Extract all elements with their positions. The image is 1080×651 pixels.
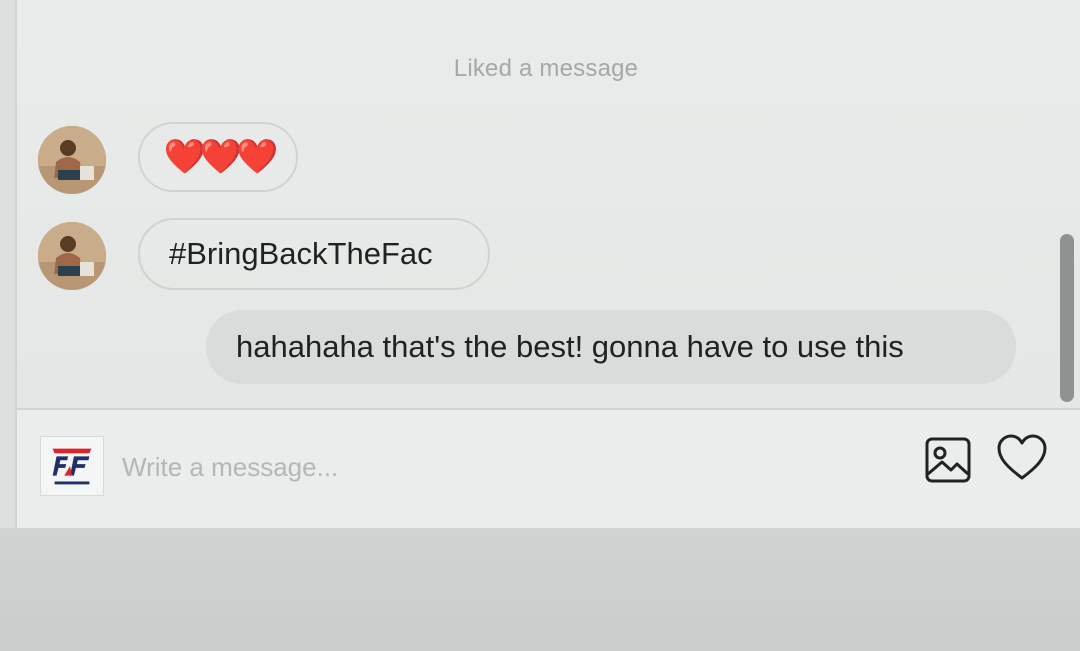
sender-avatar[interactable] xyxy=(38,126,106,194)
faze-clan-logo-icon xyxy=(41,437,103,495)
like-button[interactable] xyxy=(996,432,1048,484)
message-text: #BringBackTheFac xyxy=(169,236,433,271)
message-bubble-sent[interactable]: hahahaha that's the best! gonna have to … xyxy=(206,310,1016,384)
send-image-button[interactable] xyxy=(922,434,974,486)
image-icon xyxy=(925,437,971,483)
window-footer xyxy=(0,528,1080,651)
sender-avatar[interactable] xyxy=(38,222,106,290)
account-avatar[interactable] xyxy=(40,436,104,496)
message-text: hahahaha that's the best! gonna have to … xyxy=(236,329,904,364)
direct-message-window: Liked a message ❤️❤️❤️ #BringBackTheFac … xyxy=(0,0,1080,651)
user-avatar-photo-icon xyxy=(38,222,106,290)
message-bubble-received[interactable]: ❤️❤️❤️ xyxy=(138,122,298,192)
window-edge xyxy=(0,0,15,545)
user-avatar-photo-icon xyxy=(38,126,106,194)
message-bubble-received[interactable]: #BringBackTheFac xyxy=(138,218,490,290)
scrollbar-thumb[interactable] xyxy=(1060,234,1074,402)
message-input[interactable] xyxy=(120,444,904,490)
system-note-liked: Liked a message xyxy=(453,55,639,82)
heart-outline-icon xyxy=(997,434,1047,480)
message-text: ❤️❤️❤️ xyxy=(163,138,278,176)
